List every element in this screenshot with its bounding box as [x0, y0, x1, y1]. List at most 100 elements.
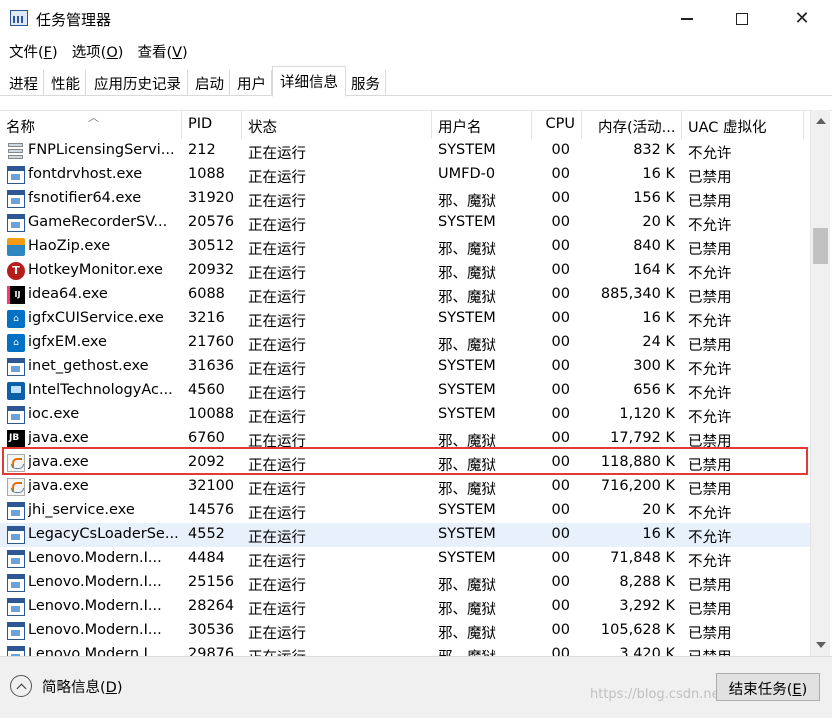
- table-row[interactable]: java.exe 32100 正在运行 邪、魔狱 00 716,200 K 已禁用: [0, 475, 810, 499]
- tab-processes[interactable]: 进程: [4, 70, 44, 96]
- process-username: 邪、魔狱: [438, 338, 496, 354]
- process-name: Lenovo.Modern.I...: [28, 622, 162, 638]
- close-button[interactable]: ✕: [779, 0, 825, 38]
- menu-file[interactable]: 文件(F): [6, 38, 61, 64]
- process-name: java.exe: [28, 430, 89, 446]
- process-pid: 25156: [188, 574, 235, 590]
- table-row[interactable]: FNPLicensingServi... 212 正在运行 SYSTEM 00 832 K…: [0, 139, 810, 163]
- process-username: SYSTEM: [438, 526, 496, 542]
- process-status: 正在运行: [248, 146, 306, 162]
- table-row[interactable]: Lenovo.Modern.I... 30536 正在运行 邪、魔狱 00 105,628…: [0, 619, 810, 643]
- table-row[interactable]: ⌂ igfxCUIService.exe 3216 正在运行 SYSTEM 00 16 K 不…: [0, 307, 810, 331]
- menu-options[interactable]: 选项(O): [69, 38, 127, 64]
- process-pid: 32100: [188, 478, 235, 494]
- process-status: 正在运行: [248, 530, 306, 546]
- table-row[interactable]: inet_gethost.exe 31636 正在运行 SYSTEM 00 300 K 不允…: [0, 355, 810, 379]
- scroll-down-icon[interactable]: [816, 642, 826, 648]
- tab-services[interactable]: 服务: [346, 70, 386, 96]
- column-header-cpu[interactable]: CPU: [532, 111, 582, 139]
- table-row[interactable]: Lenovo.Modern.I... 29876 正在运行 邪、魔狱 00 3,420 K…: [0, 643, 810, 656]
- column-header-name[interactable]: 名称 ︿: [0, 111, 182, 139]
- process-jb-icon: JB: [7, 430, 25, 448]
- process-memory: 832 K: [633, 142, 675, 158]
- process-win-icon: [7, 406, 25, 424]
- scroll-up-icon[interactable]: [816, 118, 826, 124]
- column-header-uac[interactable]: UAC 虚拟化: [682, 111, 804, 139]
- process-username: SYSTEM: [438, 502, 496, 518]
- process-uac: 不允许: [688, 218, 732, 234]
- tab-app-history[interactable]: 应用历史记录: [88, 70, 188, 96]
- process-username: 邪、魔狱: [438, 626, 496, 642]
- table-row[interactable]: JB java.exe 6760 正在运行 邪、魔狱 00 17,792 K 已禁用: [0, 427, 810, 451]
- process-uac: 已禁用: [688, 643, 798, 656]
- process-name: HotkeyMonitor.exe: [28, 262, 163, 278]
- process-status: 正在运行: [248, 410, 306, 426]
- process-uac: 不允许: [688, 362, 732, 378]
- process-pid: 31920: [188, 190, 235, 206]
- column-header-username[interactable]: 用户名: [432, 111, 532, 139]
- table-row[interactable]: GameRecorderSV... 20576 正在运行 SYSTEM 00 20 K 不允…: [0, 211, 810, 235]
- tab-performance[interactable]: 性能: [46, 70, 86, 96]
- process-status: 正在运行: [248, 170, 306, 186]
- tab-details[interactable]: 详细信息: [272, 66, 346, 97]
- process-username: 邪、魔狱: [438, 242, 496, 258]
- process-cpu: 00: [551, 454, 570, 470]
- table-row[interactable]: java.exe 2092 正在运行 邪、魔狱 00 118,880 K 已禁用: [0, 451, 810, 475]
- table-row[interactable]: ioc.exe 10088 正在运行 SYSTEM 00 1,120 K 不允许: [0, 403, 810, 427]
- table-row[interactable]: HaoZip.exe 30512 正在运行 邪、魔狱 00 840 K 已禁用: [0, 235, 810, 259]
- maximize-button[interactable]: [719, 0, 765, 38]
- process-uac: 已禁用: [688, 482, 732, 498]
- table-row[interactable]: Lenovo.Modern.I... 25156 正在运行 邪、魔狱 00 8,288 K…: [0, 571, 810, 595]
- table-row[interactable]: IJ idea64.exe 6088 正在运行 邪、魔狱 00 885,340 K 已禁用: [0, 283, 810, 307]
- process-username: 邪、魔狱: [438, 194, 496, 210]
- table-row[interactable]: jhi_service.exe 14576 正在运行 SYSTEM 00 20 K 不允许: [0, 499, 810, 523]
- tab-bar: 进程 性能 应用历史记录 启动 用户 详细信息 服务: [0, 64, 832, 97]
- process-win-icon: [7, 190, 25, 208]
- fewer-details-button[interactable]: 简略信息(D): [10, 675, 123, 697]
- column-header-status[interactable]: 状态: [242, 111, 432, 139]
- table-row[interactable]: fontdrvhost.exe 1088 正在运行 UMFD-0 00 16 K 已禁用: [0, 163, 810, 187]
- process-memory: 164 K: [633, 262, 675, 278]
- process-memory: 840 K: [633, 238, 675, 254]
- table-row[interactable]: IntelTechnologyAc... 4560 正在运行 SYSTEM 00 656 …: [0, 379, 810, 403]
- process-uac: 已禁用: [688, 170, 732, 186]
- table-row[interactable]: fsnotifier64.exe 31920 正在运行 邪、魔狱 00 156 K 已禁用: [0, 187, 810, 211]
- vertical-scrollbar[interactable]: [810, 110, 830, 656]
- scrollbar-thumb[interactable]: [813, 228, 828, 264]
- process-uac: 已禁用: [688, 578, 732, 594]
- minimize-button[interactable]: [664, 0, 710, 38]
- process-cpu: 00: [551, 550, 570, 566]
- process-pid: 1088: [188, 166, 225, 182]
- process-name: IntelTechnologyAc...: [28, 382, 173, 398]
- process-status: 正在运行: [248, 386, 306, 402]
- process-status: 正在运行: [248, 458, 306, 474]
- process-memory: 156 K: [633, 190, 675, 206]
- window-title: 任务管理器: [36, 11, 112, 29]
- process-cpu: 00: [551, 286, 570, 302]
- process-username: 邪、魔狱: [438, 482, 496, 498]
- process-win-icon: [7, 214, 25, 232]
- table-row[interactable]: T HotkeyMonitor.exe 20932 正在运行 邪、魔狱 00 164 K 不允…: [0, 259, 810, 283]
- tab-users[interactable]: 用户: [232, 70, 272, 96]
- tab-startup[interactable]: 启动: [190, 70, 230, 96]
- chevron-up-icon: [10, 675, 32, 697]
- table-row[interactable]: ⌂ igfxEM.exe 21760 正在运行 邪、魔狱 00 24 K 已禁用: [0, 331, 810, 355]
- process-pid: 6760: [188, 430, 225, 446]
- process-status: 正在运行: [248, 643, 338, 656]
- process-username: SYSTEM: [438, 382, 496, 398]
- column-header-memory[interactable]: 内存(活动...: [582, 111, 682, 139]
- menu-view[interactable]: 查看(V): [134, 38, 190, 64]
- process-username: 邪、魔狱: [438, 266, 496, 282]
- process-memory: 20 K: [642, 214, 675, 230]
- process-name: GameRecorderSV...: [28, 214, 168, 230]
- process-igfx-icon: ⌂: [7, 334, 25, 352]
- end-task-button[interactable]: 结束任务(E): [716, 673, 820, 701]
- column-header-pid[interactable]: PID: [182, 111, 242, 139]
- process-cpu: 00: [551, 646, 570, 656]
- table-row[interactable]: Lenovo.Modern.I... 28264 正在运行 邪、魔狱 00 3,292 K…: [0, 595, 810, 619]
- table-row[interactable]: LegacyCsLoaderSe... 4552 正在运行 SYSTEM 00 16 K 不…: [0, 523, 810, 547]
- process-status: 正在运行: [248, 242, 306, 258]
- process-win-icon: [7, 526, 25, 544]
- process-pid: 6088: [188, 286, 225, 302]
- table-row[interactable]: Lenovo.Modern.I... 4484 正在运行 SYSTEM 00 71,848…: [0, 547, 810, 571]
